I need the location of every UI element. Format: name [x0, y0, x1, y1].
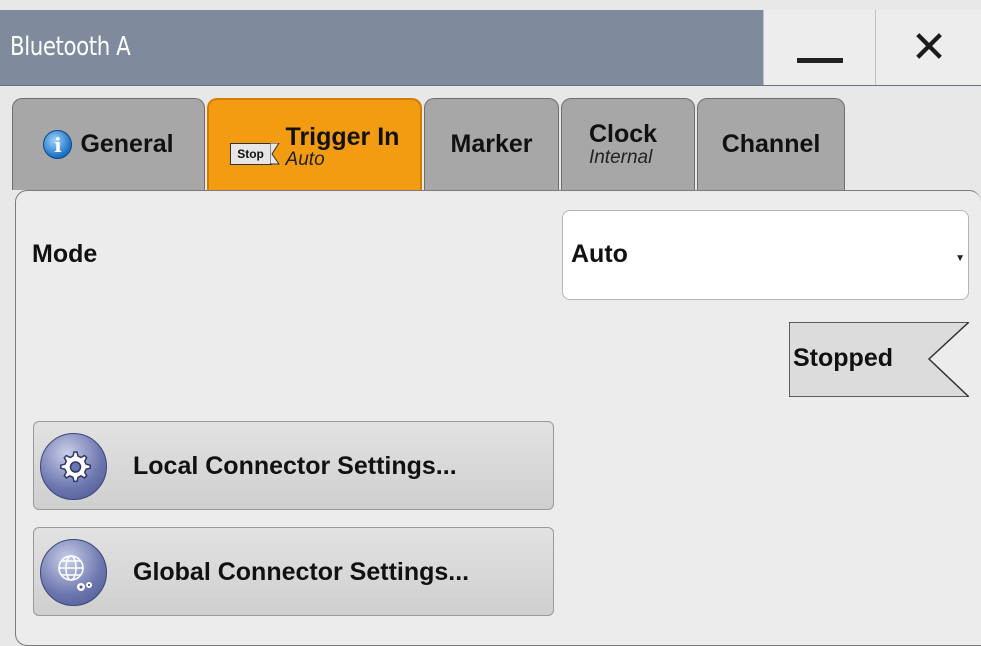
tab-sublabel: Internal — [588, 146, 653, 168]
tab-label: General — [80, 130, 174, 158]
mode-select[interactable]: Auto ▼ — [562, 210, 969, 300]
status-badge: Stopped — [789, 322, 969, 397]
tab-channel[interactable]: Channel — [697, 98, 845, 190]
stop-flag-icon: Stop — [229, 143, 280, 165]
tab-label: Marker — [450, 130, 533, 158]
close-button[interactable]: ✕ — [875, 10, 981, 85]
stop-flag-text: Stop — [229, 143, 272, 165]
tab-clock[interactable]: Clock Internal — [561, 98, 695, 190]
globe-gear-icon — [40, 539, 107, 606]
mode-value: Auto — [571, 240, 628, 268]
chevron-down-icon: ▼ — [955, 253, 965, 264]
dialog-window: Bluetooth A ✕ i General Stop Trigger In … — [0, 0, 981, 646]
mode-label: Mode — [32, 240, 98, 268]
minimize-button[interactable] — [763, 10, 875, 85]
button-label: Local Connector Settings... — [133, 452, 457, 480]
tab-label: Trigger In — [285, 122, 400, 151]
gear-icon — [40, 433, 107, 500]
status-text: Stopped — [793, 344, 893, 372]
minimize-icon — [796, 58, 843, 63]
local-connector-settings-button[interactable]: Local Connector Settings... — [33, 421, 554, 510]
tab-marker[interactable]: Marker — [424, 98, 559, 190]
button-label: Global Connector Settings... — [133, 558, 470, 586]
window-title: Bluetooth A — [10, 32, 131, 62]
tab-trigger-in[interactable]: Stop Trigger In Auto — [207, 98, 422, 194]
info-icon: i — [43, 130, 73, 159]
tab-general[interactable]: i General — [12, 98, 205, 190]
tab-label: Channel — [721, 130, 821, 158]
global-connector-settings-button[interactable]: Global Connector Settings... — [33, 527, 554, 616]
tab-sublabel: Auto — [285, 149, 325, 171]
tab-label: Clock — [588, 120, 658, 149]
close-icon: ✕ — [910, 21, 948, 73]
